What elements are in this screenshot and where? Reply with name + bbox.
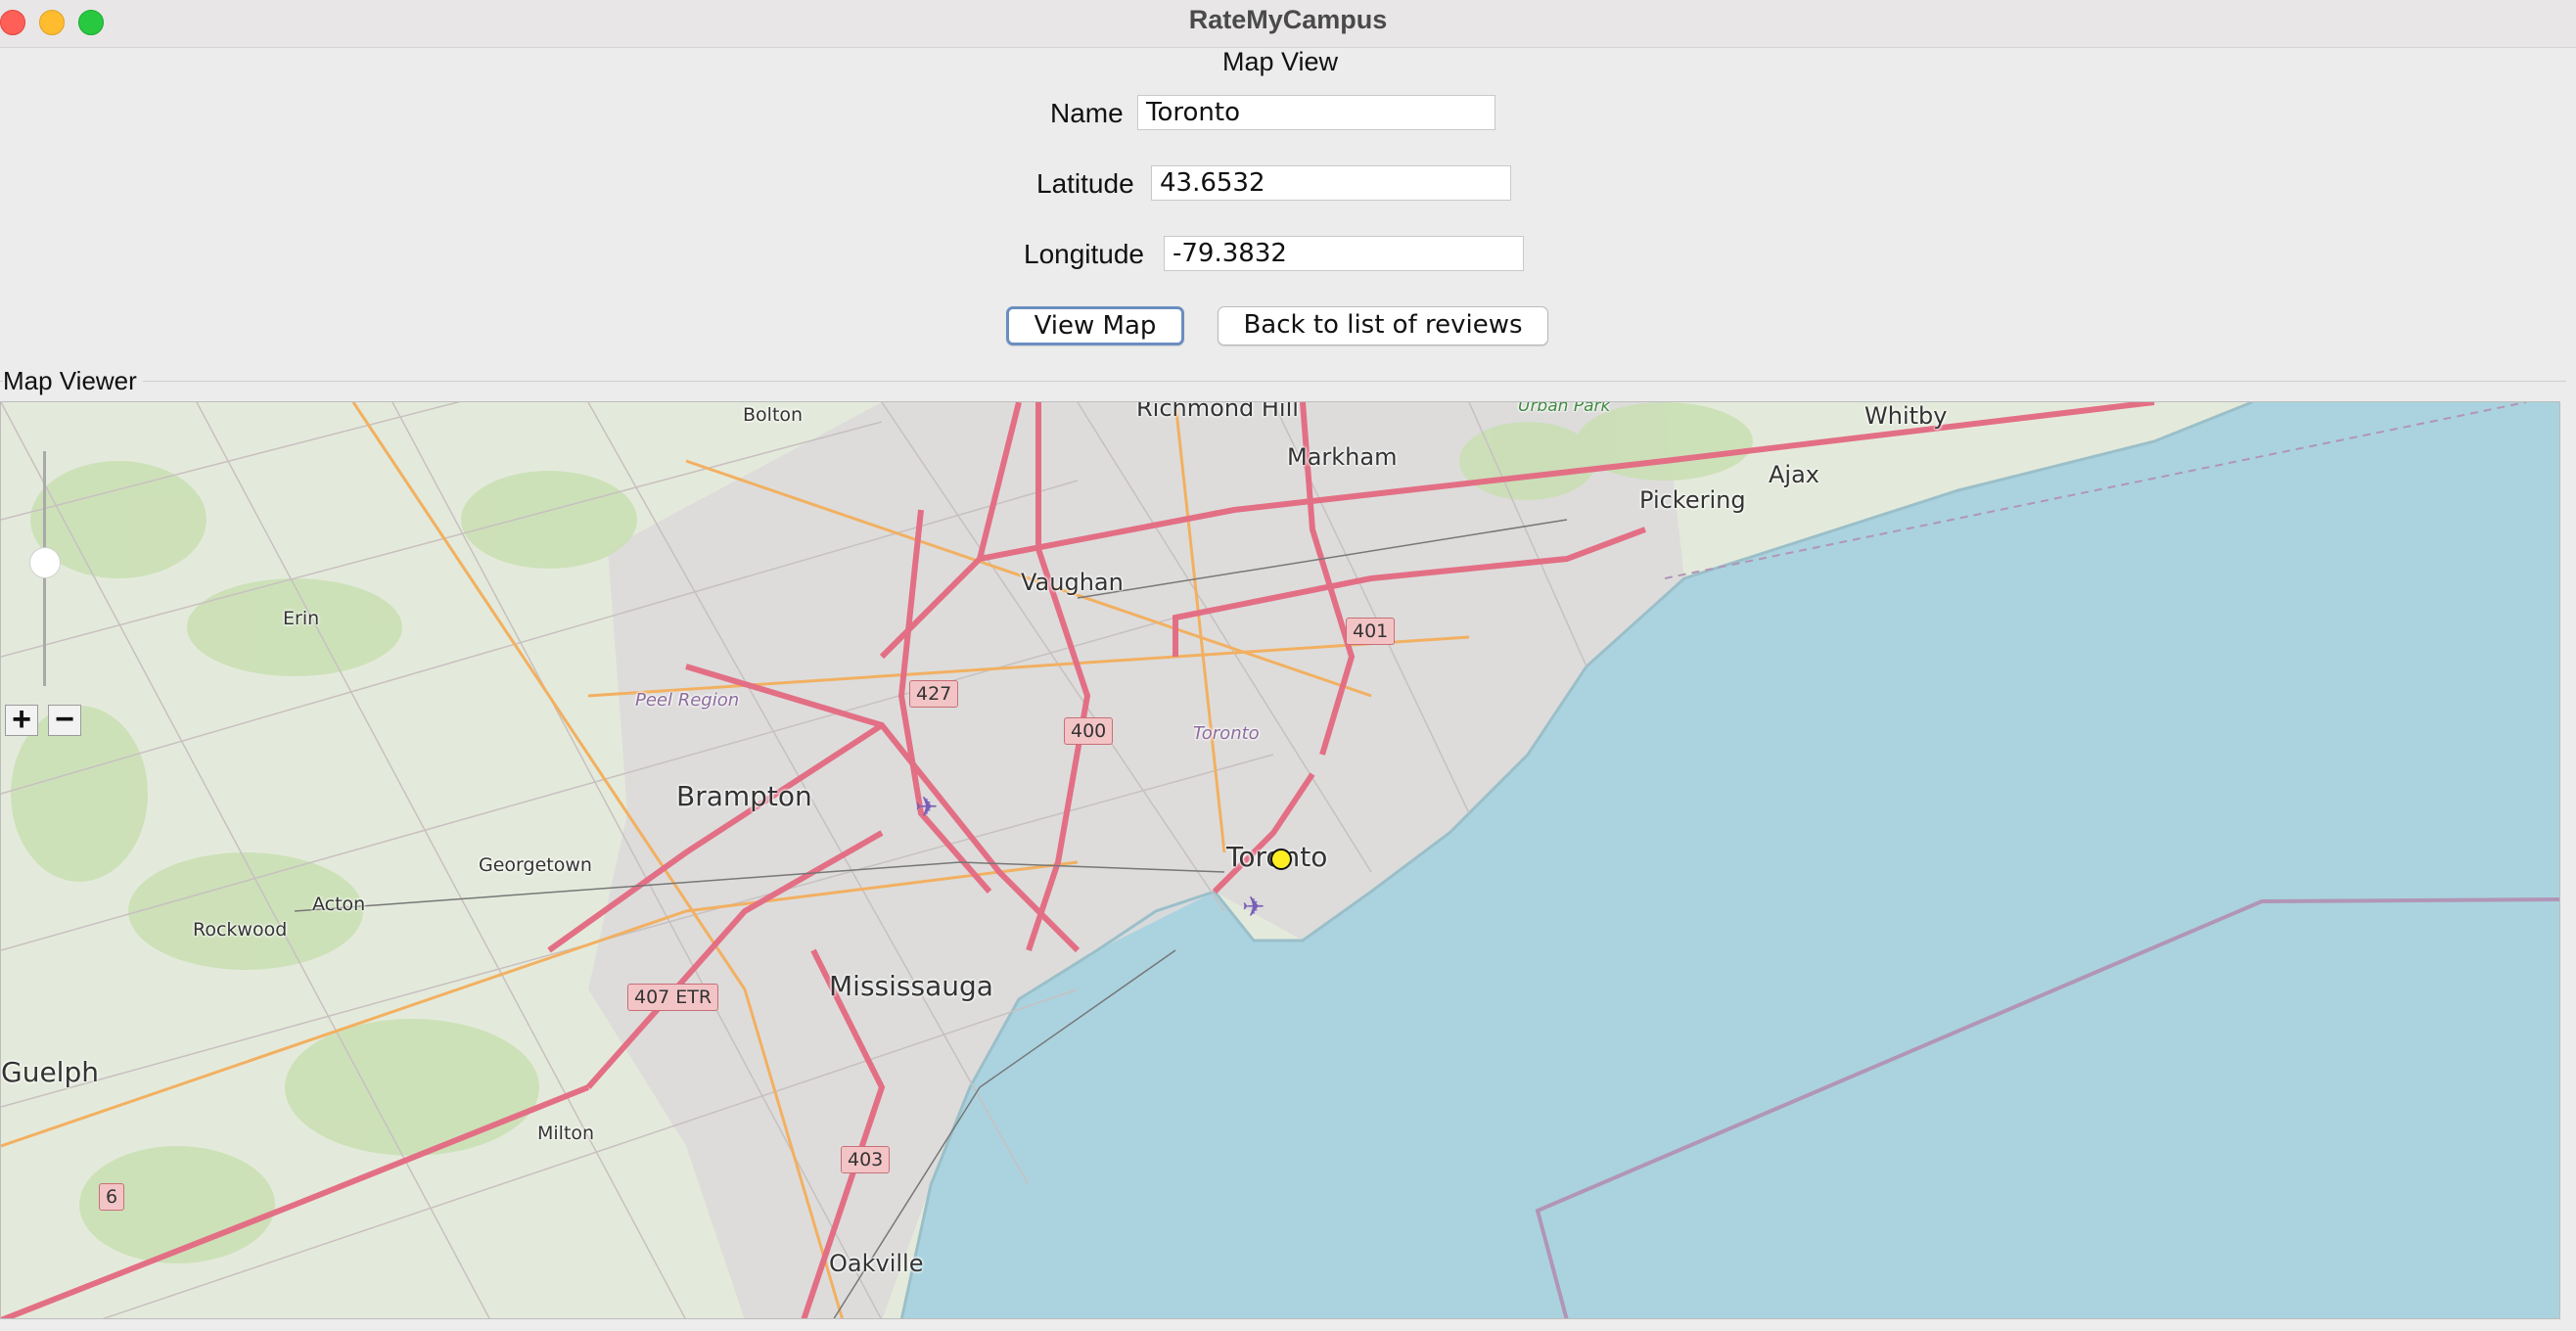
place-bolton: Bolton <box>743 404 804 426</box>
place-markham: Markham <box>1287 443 1398 471</box>
highway-shield-403: 403 <box>841 1146 891 1173</box>
map-viewer-title: Map Viewer <box>3 366 143 396</box>
place-milton: Milton <box>537 1123 595 1144</box>
map-viewer-border <box>0 381 2566 382</box>
place-whitby: Whitby <box>1864 402 1948 430</box>
longitude-label: Longitude <box>1024 239 1145 269</box>
location-marker[interactable] <box>1270 849 1292 870</box>
place-mississauga: Mississauga <box>829 970 993 1002</box>
place-ajax: Ajax <box>1769 461 1819 488</box>
place-guelph: Guelph <box>1 1056 99 1088</box>
window-title-bar: RateMyCampus <box>0 0 2576 48</box>
view-map-button[interactable]: View Map <box>1006 306 1184 345</box>
map-view[interactable]: Richmond Hill Bolton Markham Urban Park … <box>0 401 2560 1319</box>
highway-shield-400: 400 <box>1064 717 1114 745</box>
longitude-field[interactable] <box>1164 236 1524 271</box>
airplane-icon: ✈ <box>915 792 939 822</box>
highway-shield-6: 6 <box>99 1183 125 1211</box>
place-acton: Acton <box>312 894 366 915</box>
back-to-reviews-button[interactable]: Back to list of reviews <box>1218 306 1548 345</box>
latitude-field[interactable] <box>1151 165 1511 201</box>
place-urban-park: Urban Park <box>1518 401 1611 416</box>
highway-shield-401: 401 <box>1346 618 1396 645</box>
name-label: Name <box>1050 98 1124 128</box>
page-heading: Map View <box>1221 47 1339 76</box>
airplane-icon: ✈ <box>1242 892 1265 922</box>
place-toronto-region: Toronto <box>1193 723 1260 744</box>
place-richmond-hill: Richmond Hill <box>1136 401 1299 422</box>
place-erin: Erin <box>283 608 320 629</box>
place-peel-region: Peel Region <box>635 690 740 711</box>
place-pickering: Pickering <box>1639 486 1746 514</box>
zoom-in-button[interactable]: + <box>5 703 38 736</box>
highway-shield-427: 427 <box>909 680 959 708</box>
zoom-slider-handle[interactable] <box>29 547 61 578</box>
window-title: RateMyCampus <box>1188 5 1388 34</box>
latitude-label: Latitude <box>1036 168 1134 199</box>
place-vaughan: Vaughan <box>1021 569 1124 596</box>
place-oakville: Oakville <box>829 1250 924 1277</box>
place-georgetown: Georgetown <box>479 854 592 876</box>
place-rockwood: Rockwood <box>193 919 288 941</box>
name-field[interactable] <box>1137 95 1495 130</box>
zoom-out-button[interactable]: − <box>48 703 81 736</box>
highway-shield-407: 407 ETR <box>627 984 719 1011</box>
place-brampton: Brampton <box>676 780 812 812</box>
